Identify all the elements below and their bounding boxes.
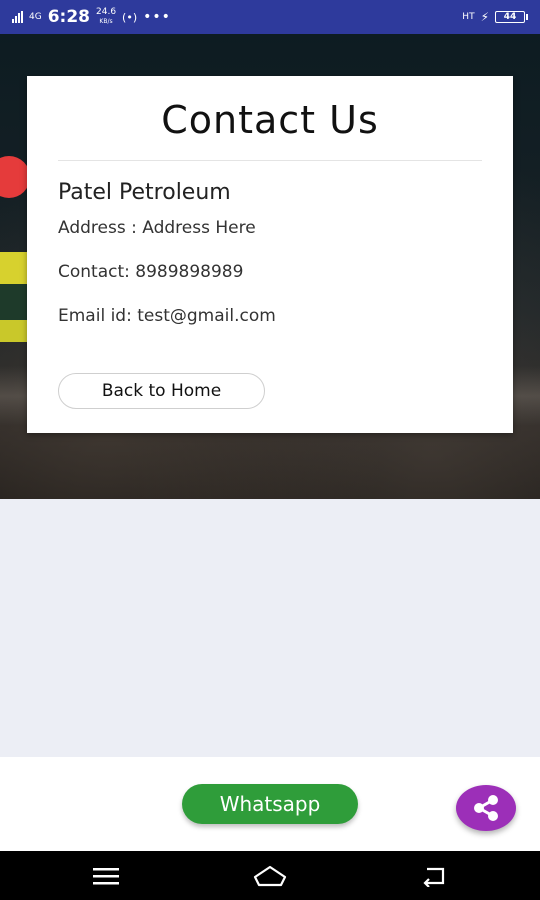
back-nav-button[interactable] xyxy=(405,851,465,900)
hotspot-icon: (•) xyxy=(122,10,138,24)
home-nav-button[interactable] xyxy=(240,851,300,900)
price-board-panel xyxy=(0,284,28,324)
price-board-panel xyxy=(0,320,28,342)
status-bar: 4G 6:28 24.6 KB/s (•) ••• HT ⚡ 44 xyxy=(0,0,540,34)
title-divider xyxy=(58,160,482,161)
network-right-label: HT xyxy=(462,11,475,22)
charging-icon: ⚡ xyxy=(480,10,489,24)
more-notifications-icon: ••• xyxy=(143,9,171,25)
battery-level: 44 xyxy=(495,11,525,23)
page-title: Contact Us xyxy=(161,98,379,142)
email-text: Email id: test@gmail.com xyxy=(58,306,276,326)
menu-nav-button[interactable] xyxy=(76,851,136,900)
data-speed-unit: KB/s xyxy=(99,18,113,25)
status-right: HT ⚡ 44 xyxy=(462,10,528,24)
whatsapp-button[interactable]: Whatsapp xyxy=(182,784,358,824)
back-arrow-icon xyxy=(423,867,445,887)
battery-icon: 44 xyxy=(495,11,528,23)
hamburger-icon xyxy=(93,867,119,884)
data-speed-value: 24.6 xyxy=(96,7,117,17)
contact-number-text: Contact: 8989898989 xyxy=(58,262,244,282)
system-nav-bar xyxy=(0,851,540,900)
back-to-home-button[interactable]: Back to Home xyxy=(58,373,265,409)
brand-logo-partial xyxy=(0,156,30,198)
price-board-panel xyxy=(0,252,28,286)
address-text: Address : Address Here xyxy=(58,218,256,238)
home-icon xyxy=(253,865,287,886)
status-left: 4G 6:28 24.6 KB/s (•) ••• xyxy=(12,7,171,27)
clock-time: 6:28 xyxy=(47,7,90,27)
content-area xyxy=(0,499,540,757)
network-type-label: 4G xyxy=(29,11,42,22)
signal-icon xyxy=(12,11,23,23)
share-button[interactable] xyxy=(456,785,516,831)
share-icon xyxy=(474,795,498,821)
company-name: Patel Petroleum xyxy=(58,180,231,205)
data-speed: 24.6 KB/s xyxy=(96,8,116,26)
